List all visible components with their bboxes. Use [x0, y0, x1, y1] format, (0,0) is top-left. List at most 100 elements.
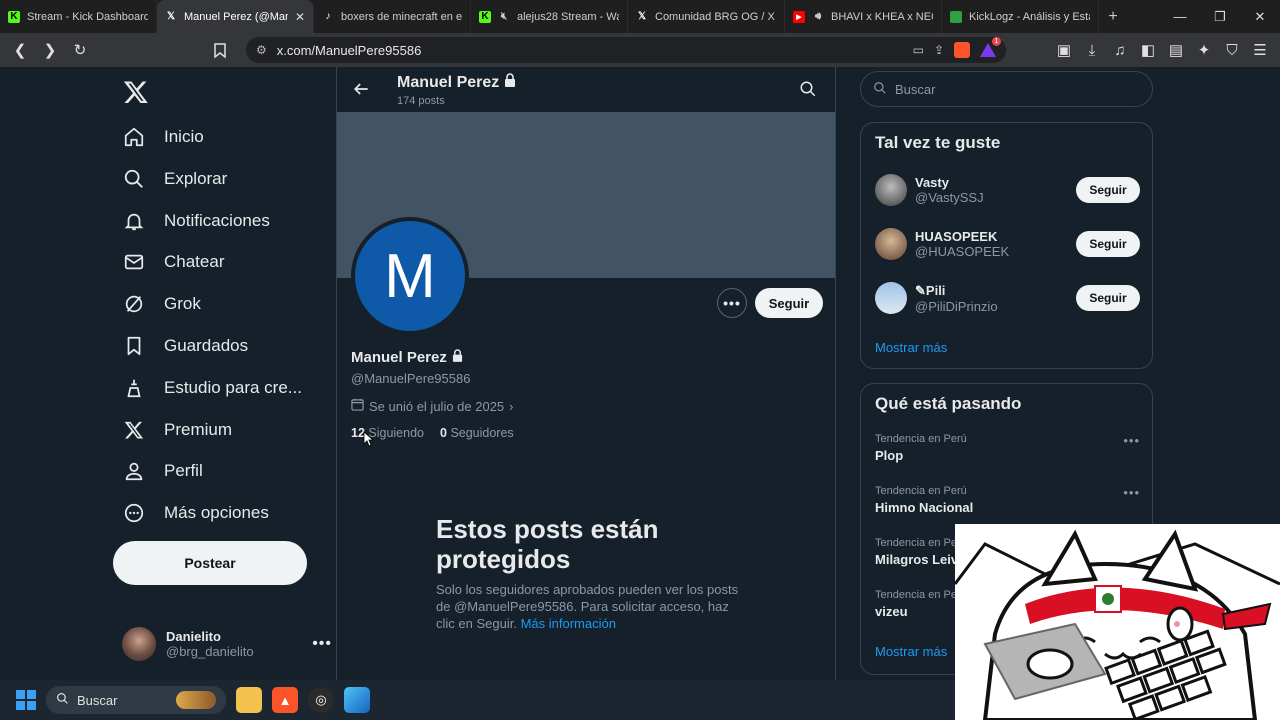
nav-item-perfil[interactable]: Perfil — [122, 456, 203, 486]
muted-speaker-icon[interactable]: 🔇︎ — [498, 11, 510, 23]
suggestion-name: Vasty — [915, 175, 949, 190]
nav-item-label: Inicio — [164, 127, 204, 146]
taskbar-search[interactable]: Buscar — [46, 686, 226, 714]
suggestion-item[interactable]: Vasty @VastySSJ Seguir — [875, 170, 1140, 210]
suggestion-item[interactable]: ✎Pili @PiliDiPrinzio Seguir — [875, 278, 1140, 318]
suggestion-item[interactable]: HUASOPEEK @HUASOPEEK Seguir — [875, 224, 1140, 264]
os-taskbar: Buscar ▲ ◎ — [0, 680, 955, 720]
obs-icon[interactable]: ◎ — [308, 687, 334, 713]
close-window-icon[interactable]: ✕ — [1240, 9, 1280, 25]
windows-start-icon[interactable] — [16, 690, 36, 710]
nav-item-estudio[interactable]: Estudio para cre... — [122, 373, 302, 403]
tab-title: BHAVI x KHEA x NEO P — [831, 10, 933, 23]
browser-tab-active[interactable]: 𝕏 Manuel Perez (@Manu ✕ — [157, 0, 314, 33]
browser-tab[interactable]: K Stream - Kick Dashboard — [0, 0, 157, 33]
file-explorer-icon[interactable] — [236, 687, 262, 713]
more-options-button[interactable]: ••• — [717, 288, 747, 318]
stream-overlay-sticker — [955, 524, 1280, 720]
show-more-link[interactable]: Mostrar más — [875, 340, 947, 355]
nav-item-label: Guardados — [164, 336, 249, 355]
more-icon[interactable]: ••• — [1123, 485, 1140, 500]
more-info-link[interactable]: Más información — [521, 616, 616, 631]
photos-icon[interactable] — [344, 687, 370, 713]
close-tab-icon[interactable]: ✕ — [295, 10, 305, 24]
reader-mode-icon[interactable]: ▣ — [1052, 38, 1076, 62]
followers-link[interactable]: 0 Seguidores — [440, 426, 514, 440]
nav-item-explorar[interactable]: Explorar — [122, 164, 227, 194]
leo-ai-icon[interactable]: ✦ — [1192, 38, 1216, 62]
minimize-icon[interactable]: — — [1160, 9, 1200, 25]
follow-button[interactable]: Seguir — [1076, 177, 1140, 203]
more-icon[interactable]: ••• — [1123, 433, 1140, 448]
nav-item-mas-opciones[interactable]: Más opciones — [122, 498, 269, 528]
following-link[interactable]: 12 Siguiendo — [351, 426, 424, 440]
trend-context: Tendencia en Perú — [875, 433, 967, 445]
download-icon[interactable]: ⤓ — [1080, 38, 1104, 62]
browser-tab[interactable]: KickLogz - Análisis y Estad — [942, 0, 1099, 33]
joined-date[interactable]: Se unió el julio de 2025 › — [351, 398, 514, 414]
nav-item-notificaciones[interactable]: Notificaciones — [122, 206, 270, 236]
nav-item-label: Estudio para cre... — [164, 378, 302, 397]
nav-item-inicio[interactable]: Inicio — [122, 122, 204, 152]
brave-shields-icon[interactable] — [954, 42, 970, 58]
speaker-icon[interactable]: 🔊︎ — [812, 11, 824, 23]
trend-item[interactable]: Tendencia en Perú Plop ••• — [875, 433, 1140, 463]
show-more-link[interactable]: Mostrar más — [875, 644, 947, 659]
search-field[interactable]: Buscar — [860, 71, 1153, 107]
browser-tab[interactable]: ▶ 🔊︎ BHAVI x KHEA x NEO P — [785, 0, 942, 33]
share-icon[interactable]: ⇪ — [934, 43, 944, 57]
suggestion-name: HUASOPEEK — [915, 229, 998, 244]
brave-rewards-icon[interactable]: 1 — [980, 37, 1001, 57]
more-icon[interactable]: ••• — [312, 635, 332, 653]
reload-icon[interactable]: ↻ — [68, 38, 92, 62]
nav-item-grok[interactable]: Grok — [122, 289, 201, 319]
feather-icon: ✎ — [915, 282, 926, 298]
chevron-right-icon: › — [509, 398, 514, 414]
new-tab-button[interactable]: + — [1099, 8, 1127, 26]
follow-button[interactable]: Seguir — [1076, 231, 1140, 257]
suggestions-card: Tal vez te guste Vasty @VastySSJ Seguir … — [860, 122, 1153, 369]
menu-icon[interactable]: ☰ — [1248, 38, 1272, 62]
brave-browser-icon[interactable]: ▲ — [272, 687, 298, 713]
back-arrow-icon[interactable] — [351, 79, 371, 99]
browser-toolbar: ❮ ❯ ↻ ⚙ x.com/ManuelPere95586 ▭ ⇪ 1 ▣ ⤓ … — [0, 33, 1280, 67]
tab-title: KickLogz - Análisis y Estad — [969, 10, 1090, 23]
followers-label: Seguidores — [450, 426, 514, 440]
profile-name: Manuel Perez — [351, 349, 463, 366]
cast-icon[interactable]: ▭ — [913, 43, 924, 57]
nav-item-label: Perfil — [164, 461, 203, 480]
x-icon: 𝕏 — [637, 11, 647, 22]
browser-tab[interactable]: ♪ boxers de minecraft en el — [314, 0, 471, 33]
tab-title: boxers de minecraft en el — [341, 10, 462, 23]
site-settings-icon[interactable]: ⚙ — [256, 43, 267, 57]
nav-item-label: Notificaciones — [164, 211, 270, 230]
nav-item-premium[interactable]: Premium — [122, 415, 232, 445]
wallet-icon[interactable]: ▤ — [1164, 38, 1188, 62]
back-icon[interactable]: ❮ — [8, 38, 32, 62]
browser-tab[interactable]: 𝕏 Comunidad BRG OG / X — [628, 0, 785, 33]
post-button[interactable]: Postear — [113, 541, 307, 585]
profile-avatar[interactable]: M — [351, 217, 469, 335]
nav-item-chatear[interactable]: Chatear — [122, 247, 224, 277]
vpn-icon[interactable]: ⛉ — [1220, 38, 1244, 62]
forward-icon[interactable]: ❯ — [38, 38, 62, 62]
follow-button[interactable]: Seguir — [755, 288, 823, 318]
nav-item-label: Explorar — [164, 169, 228, 188]
x-logo-icon[interactable] — [123, 79, 149, 105]
account-switcher[interactable]: Danielito @brg_danielito ••• — [122, 622, 332, 666]
search-icon[interactable] — [799, 80, 817, 98]
sidebar-icon[interactable]: ◧ — [1136, 38, 1160, 62]
bookmark-page-icon[interactable] — [208, 38, 232, 62]
browser-tab[interactable]: K 🔇︎ alejus28 Stream - Wat — [471, 0, 628, 33]
x-icon — [122, 418, 146, 442]
media-icon[interactable]: ♫ — [1108, 38, 1132, 62]
follow-button[interactable]: Seguir — [1076, 285, 1140, 311]
nav-item-guardados[interactable]: Guardados — [122, 331, 248, 361]
bongo-cat-image — [955, 524, 1280, 720]
trend-item[interactable]: Tendencia en Perú Himno Nacional ••• — [875, 485, 1140, 515]
nav-item-label: Grok — [164, 294, 201, 313]
url-text[interactable]: x.com/ManuelPere95586 — [277, 43, 422, 58]
restore-icon[interactable]: ❐ — [1200, 9, 1240, 25]
notification-badge: 1 — [992, 37, 1001, 46]
address-bar[interactable]: ⚙ x.com/ManuelPere95586 ▭ ⇪ 1 — [246, 37, 1006, 63]
